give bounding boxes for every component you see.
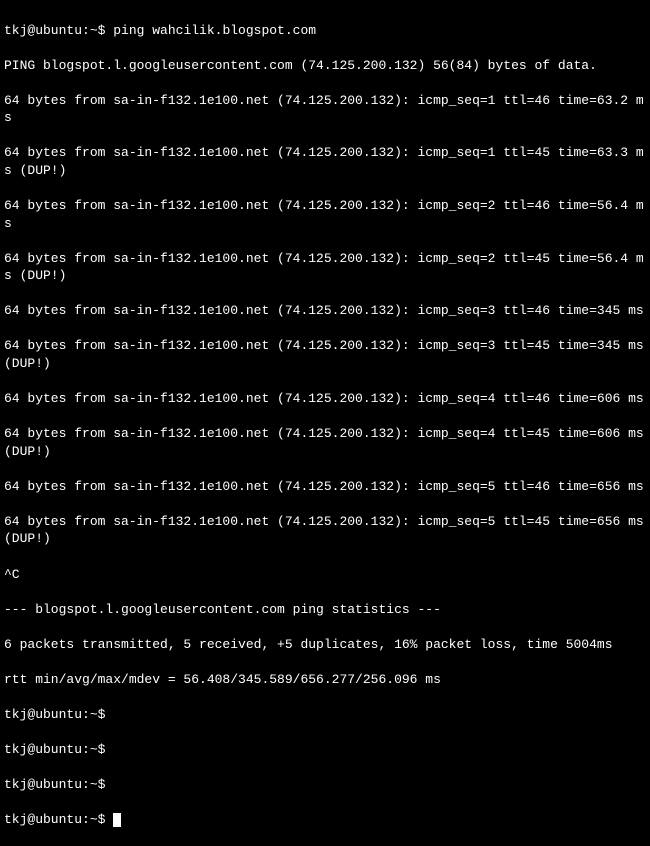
ping-response: 64 bytes from sa-in-f132.1e100.net (74.1… [4,92,646,127]
interrupt-signal: ^C [4,566,646,584]
stats-header: --- blogspot.l.googleusercontent.com pin… [4,601,646,619]
ping-response: 64 bytes from sa-in-f132.1e100.net (74.1… [4,513,646,548]
shell-prompt: tkj@ubuntu:~$ [4,23,105,38]
ping-response: 64 bytes from sa-in-f132.1e100.net (74.1… [4,144,646,179]
shell-prompt: tkj@ubuntu:~$ [4,812,105,827]
ping-response: 64 bytes from sa-in-f132.1e100.net (74.1… [4,425,646,460]
ping-response: 64 bytes from sa-in-f132.1e100.net (74.1… [4,197,646,232]
ping-response: 64 bytes from sa-in-f132.1e100.net (74.1… [4,302,646,320]
rtt-stats: rtt min/avg/max/mdev = 56.408/345.589/65… [4,671,646,689]
terminal-window[interactable]: tkj@ubuntu:~$ ping wahcilik.blogspot.com… [4,4,646,846]
cursor[interactable] [113,813,121,827]
ping-response: 64 bytes from sa-in-f132.1e100.net (74.1… [4,250,646,285]
ping-response: 64 bytes from sa-in-f132.1e100.net (74.1… [4,478,646,496]
ping-header: PING blogspot.l.googleusercontent.com (7… [4,57,646,75]
shell-prompt: tkj@ubuntu:~$ [4,707,105,722]
shell-prompt: tkj@ubuntu:~$ [4,742,105,757]
ping-response: 64 bytes from sa-in-f132.1e100.net (74.1… [4,390,646,408]
stats-summary: 6 packets transmitted, 5 received, +5 du… [4,636,646,654]
shell-prompt: tkj@ubuntu:~$ [4,777,105,792]
ping-response: 64 bytes from sa-in-f132.1e100.net (74.1… [4,337,646,372]
command-text: ping wahcilik.blogspot.com [113,23,316,38]
